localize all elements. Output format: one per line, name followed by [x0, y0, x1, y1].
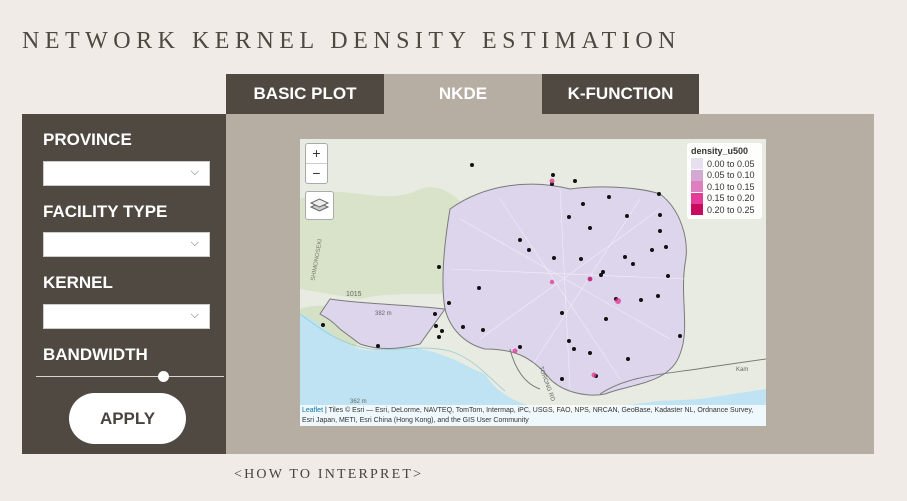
legend-item: 0.05 to 0.10: [691, 169, 758, 182]
facility-point: [631, 262, 635, 266]
map-attribution: Leaflet | Tiles © Esri — Esri, DeLorme, …: [300, 405, 766, 426]
bandwidth-slider-track[interactable]: [36, 376, 224, 377]
map-legend: density_u500 0.00 to 0.05 0.05 to 0.10 0…: [687, 143, 762, 219]
facility-point: [626, 357, 630, 361]
facility-point: [601, 270, 605, 274]
facility-point: [567, 339, 571, 343]
facility-point: [433, 312, 437, 316]
facility-point: [518, 238, 522, 242]
facility-point: [321, 323, 325, 327]
legend-label: 0.00 to 0.05: [707, 158, 755, 169]
facility-point: [470, 163, 474, 167]
province-label: PROVINCE: [43, 130, 132, 149]
facility-point: [481, 328, 485, 332]
facility-point: [639, 298, 643, 302]
map-label-place2: 1015: [346, 291, 362, 298]
zoom-out-button[interactable]: −: [306, 164, 327, 183]
legend-swatch: [691, 181, 703, 193]
facility-point: [551, 173, 555, 177]
bandwidth-slider-handle[interactable]: [158, 371, 170, 382]
facility-point: [604, 317, 608, 321]
layers-icon: [309, 198, 330, 212]
facility-type-select[interactable]: ⌵: [43, 232, 210, 257]
facility-point: [447, 301, 451, 305]
map-label-place6: Kam: [736, 367, 749, 373]
kernel-label: KERNEL: [43, 273, 113, 292]
province-select[interactable]: ⌵: [43, 161, 210, 186]
facility-point: [560, 311, 564, 315]
facility-point: [625, 214, 629, 218]
legend-swatch: [691, 158, 703, 170]
tab-nkde[interactable]: NKDE: [384, 74, 542, 114]
chevron-down-icon: ⌵: [190, 237, 199, 249]
kernel-select[interactable]: ⌵: [43, 304, 210, 329]
facility-point: [623, 255, 627, 259]
facility-point: [437, 335, 441, 339]
facility-point: [664, 245, 668, 249]
zoom-control: + −: [305, 143, 328, 184]
legend-label: 0.20 to 0.25: [707, 204, 755, 215]
map-label-place3: 382 m: [375, 311, 392, 317]
facility-point: [656, 294, 660, 298]
facility-point: [376, 344, 380, 348]
facility-point: [588, 226, 592, 230]
facility-point: [658, 213, 662, 217]
sidebar: PROVINCE ⌵ FACILITY TYPE ⌵ KERNEL ⌵ BAND…: [22, 114, 226, 454]
apply-button[interactable]: APPLY: [69, 393, 186, 444]
facility-point: [678, 334, 682, 338]
legend-swatch: [691, 169, 703, 181]
bandwidth-label: BANDWIDTH: [43, 345, 148, 364]
facility-point: [527, 248, 531, 252]
facility-point: [477, 286, 481, 290]
facility-point: [607, 195, 611, 199]
facility-point: [437, 265, 441, 269]
chevron-down-icon: ⌵: [190, 309, 199, 321]
legend-item: 0.10 to 0.15: [691, 181, 758, 193]
layers-button[interactable]: [305, 191, 334, 220]
how-to-interpret-link[interactable]: <HOW TO INTERPRET>: [234, 467, 423, 483]
legend-swatch: [691, 192, 703, 204]
chevron-down-icon: ⌵: [190, 166, 199, 178]
map-view[interactable]: SHIMONOSEKI 1015 382 m TORONG RD 362 m K…: [300, 139, 766, 426]
tab-k-function[interactable]: K-FUNCTION: [542, 74, 699, 114]
facility-point: [560, 377, 564, 381]
zoom-in-button[interactable]: +: [306, 144, 327, 164]
tab-basic-plot[interactable]: BASIC PLOT: [226, 74, 384, 114]
legend-item: 0.20 to 0.25: [691, 204, 758, 216]
facility-point: [650, 248, 654, 252]
page-title: NETWORK KERNEL DENSITY ESTIMATION: [22, 28, 681, 54]
facility-point: [461, 325, 465, 329]
facility-point: [657, 192, 661, 196]
facility-point: [567, 215, 571, 219]
legend-title: density_u500: [691, 146, 749, 156]
leaflet-link[interactable]: Leaflet: [302, 407, 323, 414]
facility-point: [581, 202, 585, 206]
facility-point: [434, 324, 438, 328]
facility-point: [573, 179, 577, 183]
facility-type-label: FACILITY TYPE: [43, 202, 168, 221]
facility-point: [572, 347, 576, 351]
facility-point: [666, 274, 670, 278]
facility-point: [440, 329, 444, 333]
legend-item: 0.00 to 0.05: [691, 158, 758, 170]
facility-point: [552, 256, 556, 260]
legend-label: 0.10 to 0.15: [707, 181, 755, 192]
legend-label: 0.15 to 0.20: [707, 193, 755, 204]
tab-bar: BASIC PLOT NKDE K-FUNCTION: [226, 74, 699, 114]
facility-point: [518, 345, 522, 349]
facility-point: [658, 229, 662, 233]
legend-label: 0.05 to 0.10: [707, 170, 755, 181]
facility-point: [579, 257, 583, 261]
main-panel: SHIMONOSEKI 1015 382 m TORONG RD 362 m K…: [226, 114, 874, 454]
legend-swatch: [691, 204, 703, 216]
legend-item: 0.15 to 0.20: [691, 192, 758, 205]
facility-point: [588, 351, 592, 355]
attribution-text: | Tiles © Esri — Esri, DeLorme, NAVTEQ, …: [302, 407, 754, 424]
